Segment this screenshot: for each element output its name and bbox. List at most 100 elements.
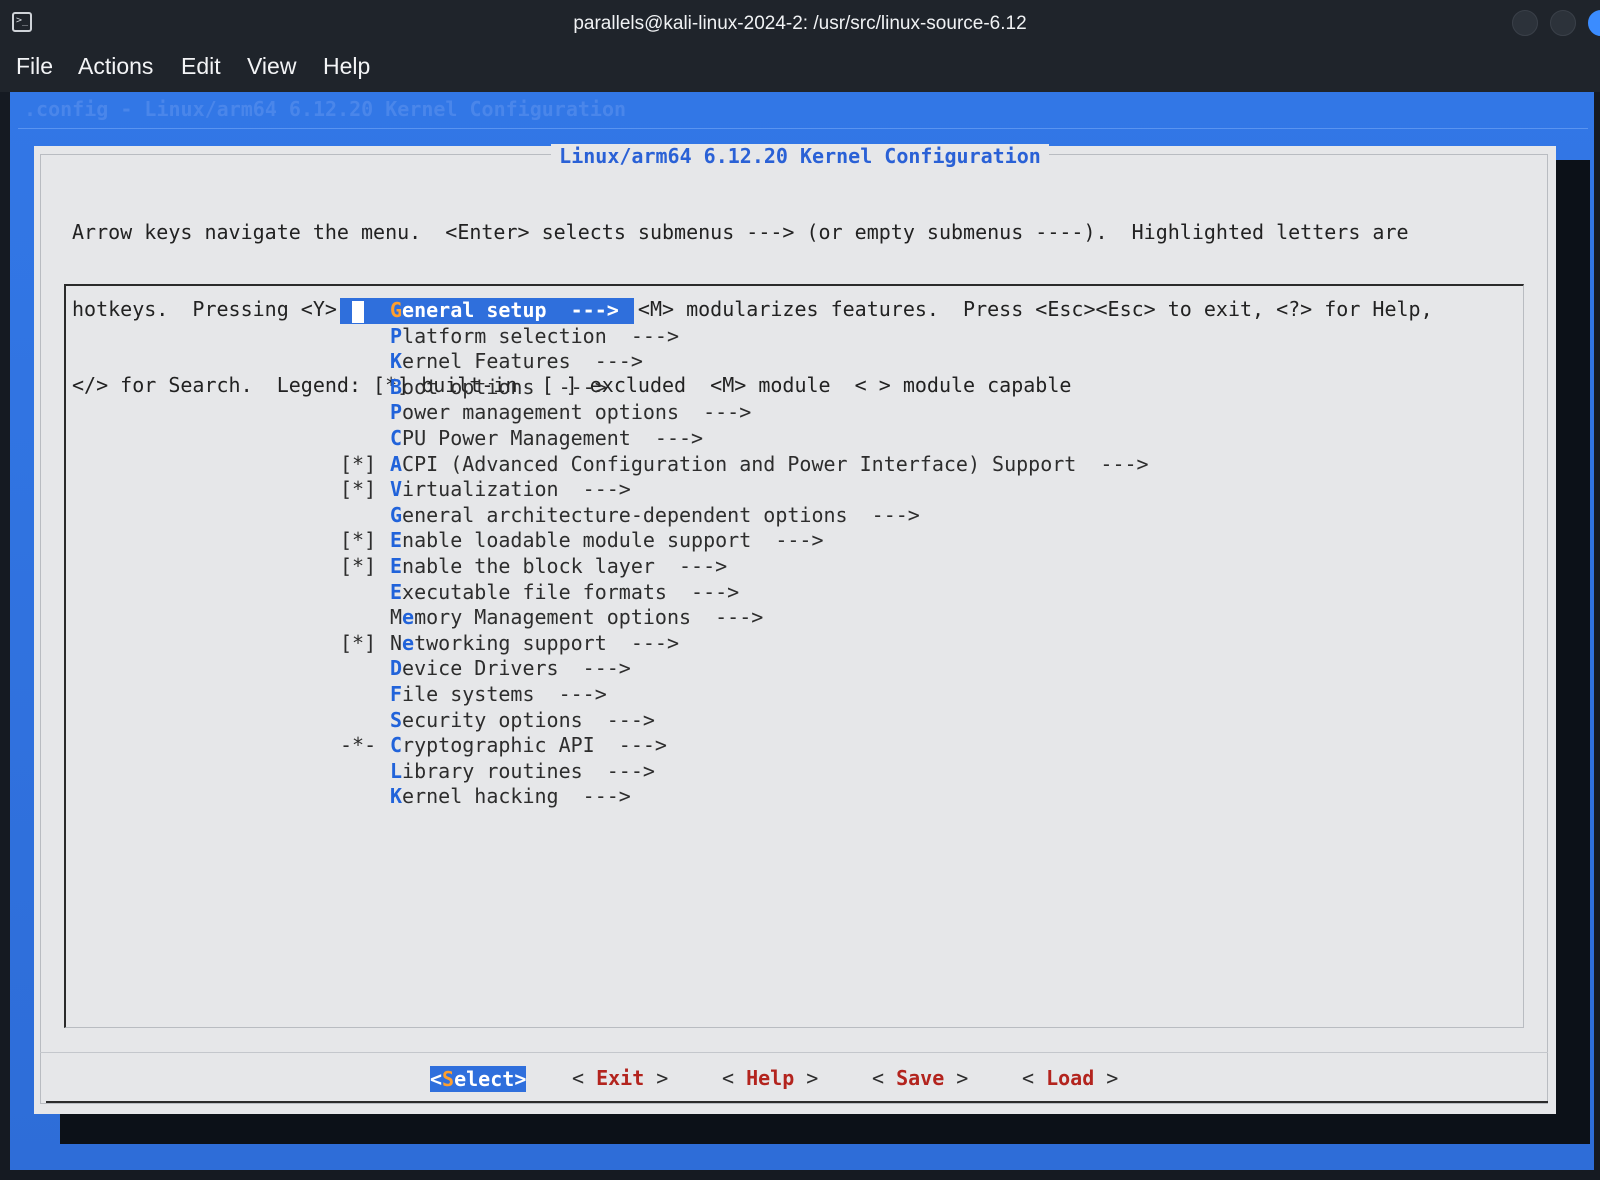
menu-item-row[interactable]: -*- Cryptographic API ---> [340, 733, 1149, 759]
menu-item-row[interactable]: Library routines ---> [340, 759, 1149, 785]
button-bracket: > [644, 1066, 669, 1090]
help-line: Arrow keys navigate the menu. <Enter> se… [72, 220, 1409, 244]
menu-item-hotkey: P [390, 400, 403, 425]
help-button[interactable]: < Help > [722, 1066, 818, 1090]
button-hotkey: E [596, 1066, 609, 1090]
menu-item-row[interactable]: General setup ---> [340, 298, 1149, 324]
button-label: elect [454, 1067, 515, 1091]
menu-item-text: mory Management options [414, 605, 692, 630]
minimize-button[interactable] [1512, 10, 1538, 36]
menu-item-row[interactable]: [*] Enable the block layer ---> [340, 554, 1149, 580]
menu-item-text: tworking support [414, 630, 607, 655]
menu-item-hotkey: V [390, 477, 403, 502]
menu-item-hotkey: P [390, 323, 403, 348]
dialog-bottom-border [46, 1101, 1548, 1103]
menu-help[interactable]: Help [323, 53, 370, 80]
menu-file[interactable]: File [16, 53, 53, 80]
menu-item-text: ile systems [402, 681, 535, 706]
menu-item-hotkey: B [390, 374, 403, 399]
submenu-arrow: ---> [691, 605, 764, 630]
menu-item-hotkey: S [390, 707, 403, 732]
menu-item-row[interactable]: [*] ACPI (Advanced Configuration and Powe… [340, 452, 1149, 478]
submenu-arrow: ---> [582, 707, 655, 732]
header-divider [18, 128, 1588, 129]
menu-item-row[interactable]: Kernel hacking ---> [340, 784, 1149, 810]
submenu-arrow: ---> [570, 349, 643, 374]
menu-item-row[interactable]: File systems ---> [340, 682, 1149, 708]
menu-item-prefix: [*] [340, 451, 377, 476]
menu-item-hotkey: K [390, 784, 403, 809]
menu-item-row[interactable]: General architecture-dependent options -… [340, 503, 1149, 529]
menu-item-text: ernel hacking [402, 784, 559, 809]
submenu-arrow: ---> [630, 425, 704, 450]
menu-item-label: Virtualization ---> [390, 477, 631, 501]
menu-item-row[interactable]: [*] Networking support ---> [340, 631, 1149, 657]
menu-item-prefix: -*- [340, 733, 377, 758]
menu-item-text: CPI (Advanced Configuration and Power In… [402, 451, 1077, 476]
button-label: ave [908, 1066, 945, 1090]
menu-item-row[interactable]: Kernel Features ---> [340, 349, 1149, 375]
dialog-shadow [1556, 160, 1590, 1144]
menu-item-text: ryptographic API [402, 733, 595, 758]
submenu-arrow: ---> [546, 298, 619, 322]
menu-item-text: ower management options [402, 400, 679, 425]
menu-item-text: eneral setup [402, 298, 547, 322]
button-bracket: > [944, 1066, 969, 1090]
menu-item-label: Boot options ---> [390, 375, 607, 399]
menu-item-label: Security options ---> [390, 708, 655, 732]
submenu-arrow: ---> [1076, 451, 1149, 476]
submenu-arrow: ---> [534, 681, 607, 706]
menu-item-prefix: [*] [340, 630, 377, 655]
menu-item-label: Enable loadable module support ---> [390, 528, 824, 552]
menu-item-prefix: [*] [340, 553, 377, 578]
button-hotkey: H [746, 1066, 759, 1090]
menu-item-prefix [340, 298, 390, 324]
menu-edit[interactable]: Edit [181, 53, 221, 80]
menu-item-hotkey: K [390, 349, 403, 374]
menu-item-hotkey: e [402, 630, 415, 655]
menu-item-row[interactable]: Executable file formats ---> [340, 580, 1149, 606]
menu-item-label: Networking support ---> [390, 631, 679, 655]
menu-item-prefix: [*] [340, 477, 377, 502]
menu-item-label: General setup ---> [390, 298, 619, 322]
menu-item-row[interactable]: Boot options ---> [340, 375, 1149, 401]
button-bracket: < [1022, 1066, 1047, 1090]
menu-item-row[interactable]: Device Drivers ---> [340, 656, 1149, 682]
menu-item-row[interactable]: Memory Management options ---> [340, 605, 1149, 631]
menu-item-text: xecutable file formats [402, 579, 667, 604]
menu-item-row[interactable]: [*] Virtualization ---> [340, 477, 1149, 503]
menu-actions[interactable]: Actions [78, 53, 153, 80]
select-button[interactable]: <Select> [430, 1066, 527, 1092]
menu-item-label: Kernel Features ---> [390, 349, 643, 373]
menu-item-row[interactable]: [*] Enable loadable module support ---> [340, 528, 1149, 554]
load-button[interactable]: < Load > [1022, 1066, 1118, 1090]
menu-item-label: Memory Management options ---> [390, 605, 763, 629]
submenu-arrow: ---> [558, 656, 631, 681]
window-title: parallels@kali-linux-2024-2: /usr/src/li… [573, 13, 1027, 34]
exit-button[interactable]: < Exit > [572, 1066, 668, 1090]
menu-view[interactable]: View [247, 53, 296, 80]
save-button[interactable]: < Save > [872, 1066, 968, 1090]
menu-item-row[interactable]: Security options ---> [340, 708, 1149, 734]
menu-list: General setup ---> Platform selection ---… [340, 298, 1149, 810]
menu-item-hotkey: D [390, 656, 403, 681]
maximize-button[interactable] [1550, 10, 1576, 36]
submenu-arrow: ---> [594, 733, 667, 758]
menu-item-hotkey: E [390, 528, 403, 553]
menu-item-hotkey: E [390, 579, 403, 604]
submenu-arrow: ---> [679, 400, 752, 425]
button-bracket: > [1094, 1066, 1119, 1090]
menu-item-label: Device Drivers ---> [390, 656, 631, 680]
menu-item-hotkey: A [390, 451, 403, 476]
menu-item-row[interactable]: Power management options ---> [340, 400, 1149, 426]
menu-item-label: Power management options ---> [390, 400, 751, 424]
menu-item-label: Kernel hacking ---> [390, 784, 631, 808]
menu-item-label: General architecture-dependent options -… [390, 503, 920, 527]
menu-item-label: Enable the block layer ---> [390, 554, 727, 578]
menu-item-row[interactable]: Platform selection ---> [340, 324, 1149, 350]
menu-item-hotkey: G [390, 298, 403, 322]
menu-item-row[interactable]: CPU Power Management ---> [340, 426, 1149, 452]
submenu-arrow: ---> [654, 553, 728, 578]
menubar [0, 48, 1600, 92]
button-label: oad [1058, 1066, 1095, 1090]
